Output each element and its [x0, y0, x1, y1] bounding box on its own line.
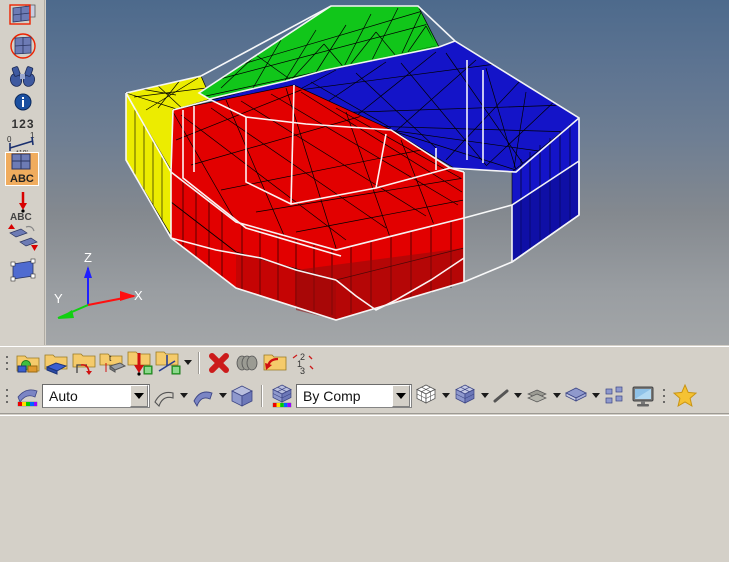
windows-tile-icon[interactable] [601, 382, 629, 410]
system-collector-icon[interactable] [154, 349, 182, 377]
color-mode-icon[interactable] [268, 382, 296, 410]
shading-mode-arrow[interactable] [130, 384, 148, 407]
toolbar-separator-2 [261, 384, 263, 407]
axis-label-z: Z [84, 250, 92, 265]
load-collector-icon[interactable] [126, 349, 154, 377]
svg-text:ABC: ABC [10, 173, 34, 185]
chevron-down-icon-3[interactable] [217, 386, 228, 406]
axis-label-x: X [134, 288, 143, 303]
solid-cube-icon[interactable] [451, 382, 479, 410]
element-3d-icon[interactable] [562, 382, 590, 410]
toolbar-grip[interactable] [2, 351, 11, 375]
mesh-abc-icon[interactable]: ABC [5, 152, 39, 186]
equivalence-panel: comps tolerance = 0 . 0 1 0 equiv at: lo… [0, 415, 729, 562]
mesh-circle-icon[interactable] [5, 30, 41, 62]
monitor-icon[interactable] [629, 382, 657, 410]
color-mode-value: By Comp [303, 387, 361, 404]
element-2d-icon[interactable] [523, 382, 551, 410]
chevron-down-icon[interactable] [182, 353, 193, 373]
application-window: 123 0 1 *10' ABC [0, 0, 729, 562]
chevron-down-icon-5[interactable] [479, 386, 490, 406]
fea-model: Z X Y [54, 5, 580, 321]
chevron-down-icon-2[interactable] [178, 386, 189, 406]
color-mode-combo[interactable]: By Comp [296, 383, 412, 408]
shading-mode-value: Auto [49, 387, 78, 404]
svg-text:0: 0 [7, 135, 12, 144]
shaded-surface-icon[interactable] [189, 382, 217, 410]
arrow-abc-icon[interactable]: ABC [5, 190, 41, 222]
component-icon[interactable] [42, 349, 70, 377]
color-mode-arrow[interactable] [392, 384, 410, 407]
organize-icon[interactable] [261, 349, 289, 377]
svg-text:3: 3 [300, 366, 305, 375]
delete-icon[interactable] [205, 349, 233, 377]
collectors-icon[interactable] [14, 349, 42, 377]
assembly-icon[interactable] [70, 349, 98, 377]
shading-mode-combo[interactable]: Auto [42, 383, 150, 408]
axis-triad: Z X Y [54, 250, 143, 319]
collectors-toolbar: t 2 1 3 [0, 346, 729, 378]
toolbar-grip-2[interactable] [2, 384, 11, 408]
shading-mode-icon[interactable] [14, 382, 42, 410]
toolbar-separator [198, 351, 200, 374]
axis-label-y: Y [54, 291, 63, 306]
translate-elements-icon[interactable] [5, 222, 41, 254]
element-1d-icon[interactable] [490, 382, 512, 410]
svg-text:ABC: ABC [10, 212, 32, 221]
toolbar-grip-3[interactable] [659, 384, 668, 408]
chevron-down-icon-8[interactable] [590, 386, 601, 406]
left-vertical-toolbar: 123 0 1 *10' ABC [0, 0, 45, 345]
3d-viewport[interactable]: Z X Y [46, 0, 729, 345]
mask-icon[interactable] [233, 349, 261, 377]
mesh-plane-icon[interactable] [5, 0, 41, 32]
surface-patch-icon[interactable] [5, 254, 41, 286]
mesh-lines-cube-icon[interactable] [412, 382, 440, 410]
wireframe-shaded-icon[interactable] [150, 382, 178, 410]
visualization-toolbar: Auto By Comp [0, 378, 729, 414]
renumber-icon[interactable]: 2 1 3 [289, 349, 317, 377]
favorites-star-icon[interactable] [671, 382, 699, 410]
chevron-down-icon-4[interactable] [440, 386, 451, 406]
chevron-down-icon-6[interactable] [512, 386, 523, 406]
thickness-icon[interactable]: t [98, 349, 126, 377]
shaded-cube-icon[interactable] [228, 382, 256, 410]
chevron-down-icon-7[interactable] [551, 386, 562, 406]
